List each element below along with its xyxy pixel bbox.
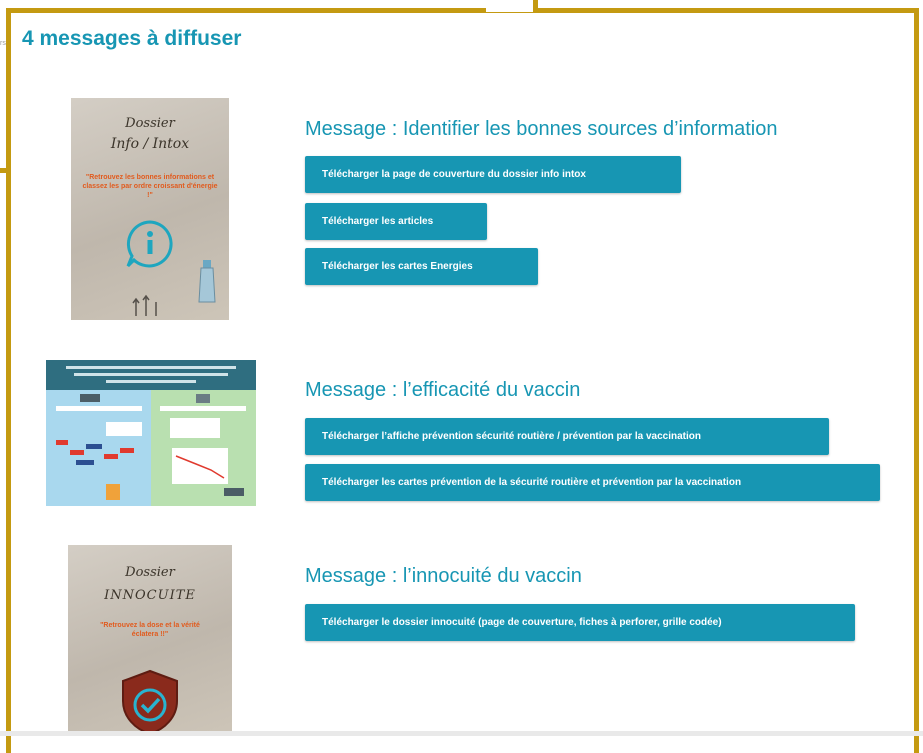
download-energy-cards-button[interactable]: Télécharger les cartes Energies xyxy=(305,248,538,285)
shield-check-icon xyxy=(122,669,178,735)
road-safety-vaccination-poster-image[interactable] xyxy=(46,360,256,506)
thumb-title-line1: Dossier xyxy=(125,565,175,580)
frame-gap xyxy=(486,0,538,12)
message-1-title: Message : Identifier les bonnes sources … xyxy=(305,118,778,140)
poster-graphic xyxy=(46,360,256,506)
innocuite-cover-image[interactable]: Dossier INNOCUITE "Retrouvez la dose et … xyxy=(68,545,232,735)
thumb-title-line2: INNOCUITE xyxy=(104,588,196,603)
thumb-subtitle: "Retrouvez la dose et la vérité éclatera… xyxy=(100,622,200,638)
stray-text: rs xyxy=(0,40,6,47)
frame-tick xyxy=(533,0,538,12)
message-3-title: Message : l’innocuité du vaccin xyxy=(305,565,582,587)
download-info-intox-cover-button[interactable]: Télécharger la page de couverture du dos… xyxy=(305,156,681,193)
thumb-title-line1: Dossier xyxy=(125,116,175,131)
bottom-edge xyxy=(0,731,923,736)
download-poster-button[interactable]: Télécharger l’affiche prévention sécurit… xyxy=(305,418,829,455)
bottle-icon xyxy=(198,260,216,303)
message-2-title: Message : l’efficacité du vaccin xyxy=(305,379,581,401)
info-intox-cover-image[interactable]: Dossier Info / Intox "Retrouvez les bonn… xyxy=(71,98,229,320)
info-bubble-icon xyxy=(126,220,173,268)
download-innocuite-dossier-button[interactable]: Télécharger le dossier innocuité (page d… xyxy=(305,604,855,641)
download-articles-button[interactable]: Télécharger les articles xyxy=(305,203,487,240)
section-title: 4 messages à diffuser xyxy=(22,27,242,50)
arrows-icon xyxy=(132,294,157,316)
thumb-title-line2: Info / Intox xyxy=(110,136,190,152)
download-prevention-cards-button[interactable]: Télécharger les cartes prévention de la … xyxy=(305,464,880,501)
thumb-subtitle: "Retrouvez les bonnes informations et cl… xyxy=(82,174,218,199)
